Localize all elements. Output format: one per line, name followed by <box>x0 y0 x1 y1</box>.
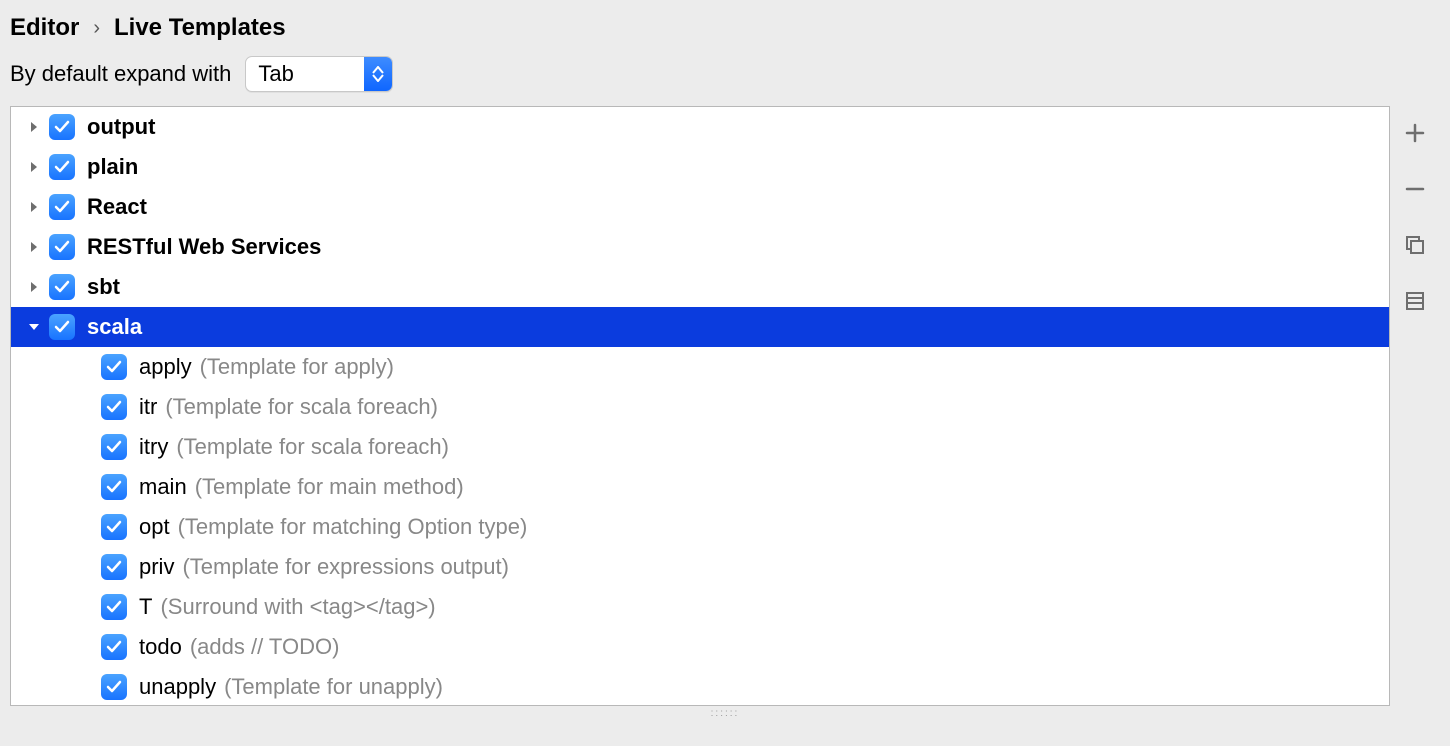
template-item[interactable]: unapply (Template for unapply) <box>11 667 1389 706</box>
template-item[interactable]: apply (Template for apply) <box>11 347 1389 387</box>
group-checkbox[interactable] <box>49 154 75 180</box>
template-item[interactable]: todo (adds // TODO) <box>11 627 1389 667</box>
item-checkbox[interactable] <box>101 354 127 380</box>
item-label: todo <box>139 634 182 660</box>
item-checkbox[interactable] <box>101 394 127 420</box>
breadcrumb: Editor › Live Templates <box>0 0 1450 50</box>
template-group[interactable]: sbt <box>11 267 1389 307</box>
breadcrumb-parent[interactable]: Editor <box>10 14 79 42</box>
item-checkbox[interactable] <box>101 434 127 460</box>
template-group[interactable]: output <box>11 107 1389 147</box>
group-label: React <box>87 194 147 220</box>
item-description: (Template for expressions output) <box>182 554 509 580</box>
item-checkbox[interactable] <box>101 554 127 580</box>
expand-with-row: By default expand with Tab <box>0 50 1450 106</box>
expand-with-select[interactable]: Tab <box>245 56 392 92</box>
item-description: (Template for apply) <box>200 354 394 380</box>
item-label: opt <box>139 514 170 540</box>
item-label: unapply <box>139 674 216 700</box>
group-checkbox[interactable] <box>49 314 75 340</box>
template-item[interactable]: main (Template for main method) <box>11 467 1389 507</box>
group-checkbox[interactable] <box>49 234 75 260</box>
group-checkbox[interactable] <box>49 194 75 220</box>
expand-with-value: Tab <box>246 57 363 91</box>
item-description: (Template for scala foreach) <box>176 434 449 460</box>
resize-grip-icon[interactable]: :::::: <box>0 706 1450 719</box>
item-label: T <box>139 594 152 620</box>
item-checkbox[interactable] <box>101 474 127 500</box>
item-description: (Template for unapply) <box>224 674 443 700</box>
item-label: itry <box>139 434 168 460</box>
template-group[interactable]: React <box>11 187 1389 227</box>
collapse-icon[interactable] <box>25 318 43 336</box>
item-checkbox[interactable] <box>101 594 127 620</box>
item-label: apply <box>139 354 192 380</box>
template-group[interactable]: RESTful Web Services <box>11 227 1389 267</box>
item-description: (Template for main method) <box>195 474 464 500</box>
group-label: plain <box>87 154 138 180</box>
group-label: sbt <box>87 274 120 300</box>
expand-icon[interactable] <box>25 158 43 176</box>
template-item[interactable]: priv (Template for expressions output) <box>11 547 1389 587</box>
chevron-right-icon: › <box>93 17 100 40</box>
group-label: output <box>87 114 155 140</box>
template-item[interactable]: itry (Template for scala foreach) <box>11 427 1389 467</box>
template-item[interactable]: itr (Template for scala foreach) <box>11 387 1389 427</box>
item-checkbox[interactable] <box>101 514 127 540</box>
select-stepper-icon[interactable] <box>364 57 392 91</box>
copy-button[interactable] <box>1400 230 1430 260</box>
group-label: scala <box>87 314 142 340</box>
add-button[interactable] <box>1400 118 1430 148</box>
remove-button[interactable] <box>1400 174 1430 204</box>
item-label: priv <box>139 554 174 580</box>
item-checkbox[interactable] <box>101 674 127 700</box>
expand-with-label: By default expand with <box>10 61 231 87</box>
item-description: (adds // TODO) <box>190 634 340 660</box>
item-label: itr <box>139 394 157 420</box>
item-description: (Template for matching Option type) <box>178 514 528 540</box>
item-description: (Template for scala foreach) <box>165 394 438 420</box>
group-label: RESTful Web Services <box>87 234 321 260</box>
template-group[interactable]: plain <box>11 147 1389 187</box>
template-item[interactable]: opt (Template for matching Option type) <box>11 507 1389 547</box>
expand-icon[interactable] <box>25 238 43 256</box>
side-actions <box>1390 106 1440 706</box>
expand-icon[interactable] <box>25 278 43 296</box>
templates-tree[interactable]: output plain React RESTful Web Services sbt s… <box>10 106 1390 706</box>
item-description: (Surround with <tag></tag>) <box>160 594 435 620</box>
item-label: main <box>139 474 187 500</box>
template-item[interactable]: T (Surround with <tag></tag>) <box>11 587 1389 627</box>
settings-button[interactable] <box>1400 286 1430 316</box>
expand-icon[interactable] <box>25 198 43 216</box>
item-checkbox[interactable] <box>101 634 127 660</box>
group-checkbox[interactable] <box>49 114 75 140</box>
group-checkbox[interactable] <box>49 274 75 300</box>
expand-icon[interactable] <box>25 118 43 136</box>
template-group[interactable]: scala <box>11 307 1389 347</box>
breadcrumb-current: Live Templates <box>114 14 286 42</box>
